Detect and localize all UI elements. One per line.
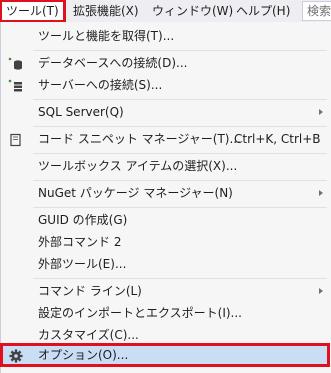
menu-item-sql-server[interactable]: SQL Server(Q) <box>1 101 329 123</box>
menu-separator <box>33 180 327 181</box>
menu-item-connect-server[interactable]: サーバーへの接続(S)... <box>1 74 329 96</box>
menu-item-label: カスタマイズ(C)... <box>38 328 139 342</box>
menu-bar: ツール(T) 拡張機能(X) ウィンドウ(W) ヘルプ(H) 検索 <box>0 0 331 23</box>
menu-separator <box>33 153 327 154</box>
menu-item-label: データベースへの接続(D)... <box>38 56 188 70</box>
menu-item-toolbox-items[interactable]: ツールボックス アイテムの選択(X)... <box>1 155 329 177</box>
menu-item-command-line[interactable]: コマンド ライン(L) <box>1 280 329 302</box>
menu-item-create-guid[interactable]: GUID の作成(G) <box>1 209 329 231</box>
menu-separator <box>33 207 327 208</box>
menu-separator <box>33 278 327 279</box>
submenu-arrow-icon <box>319 190 323 196</box>
submenu-arrow-icon <box>319 288 323 294</box>
menu-item-customize[interactable]: カスタマイズ(C)... <box>1 324 329 346</box>
server-connect-icon <box>8 78 24 92</box>
database-connect-icon <box>8 56 24 70</box>
menu-item-external-command-2[interactable]: 外部コマンド 2 <box>1 231 329 253</box>
menu-item-label: NuGet パッケージ マネージャー(N) <box>38 186 233 200</box>
tools-dropdown-menu: ツールと機能を取得(T)... データベースへの接続(D)... サーバーへの接… <box>0 22 331 373</box>
menu-separator <box>33 99 327 100</box>
menu-item-label: サーバーへの接続(S)... <box>38 78 163 92</box>
menu-help[interactable]: ヘルプ(H) <box>230 0 296 22</box>
menu-item-options[interactable]: オプション(O)... <box>0 343 330 367</box>
menu-item-label: 設定のインポートとエクスポート(I)... <box>38 306 242 320</box>
menu-item-label: 外部ツール(E)... <box>38 257 127 271</box>
menu-item-label: SQL Server(Q) <box>38 105 124 119</box>
menu-item-connect-database[interactable]: データベースへの接続(D)... <box>1 52 329 74</box>
menu-item-nuget-manager[interactable]: NuGet パッケージ マネージャー(N) <box>1 182 329 204</box>
menu-separator <box>33 50 327 51</box>
menu-item-label: コマンド ライン(L) <box>38 284 142 298</box>
menu-extensions[interactable]: 拡張機能(X) <box>67 0 145 22</box>
menu-item-label: ツールボックス アイテムの選択(X)... <box>38 159 238 173</box>
menu-item-label: 外部コマンド 2 <box>38 235 122 249</box>
menu-item-label: GUID の作成(G) <box>38 213 128 227</box>
menu-item-get-tools[interactable]: ツールと機能を取得(T)... <box>1 25 329 47</box>
submenu-arrow-icon <box>319 109 323 115</box>
menu-item-snippet-manager[interactable]: コード スニペット マネージャー(T)... Ctrl+K, Ctrl+B <box>1 128 329 150</box>
menu-item-external-tools[interactable]: 外部ツール(E)... <box>1 253 329 275</box>
menu-item-label: ツールと機能を取得(T)... <box>38 29 175 43</box>
menu-item-label: オプション(O)... <box>38 348 129 362</box>
menu-item-shortcut: Ctrl+K, Ctrl+B <box>234 132 321 146</box>
menu-window[interactable]: ウィンドウ(W) <box>146 0 239 22</box>
menu-separator <box>33 126 327 127</box>
menu-tools[interactable]: ツール(T) <box>0 0 66 23</box>
gear-icon <box>8 348 24 363</box>
snippet-manager-icon <box>8 132 24 147</box>
search-box[interactable]: 検索 <box>302 1 331 21</box>
menu-item-import-export-settings[interactable]: 設定のインポートとエクスポート(I)... <box>1 302 329 324</box>
menu-item-label: コード スニペット マネージャー(T)... <box>38 132 241 146</box>
